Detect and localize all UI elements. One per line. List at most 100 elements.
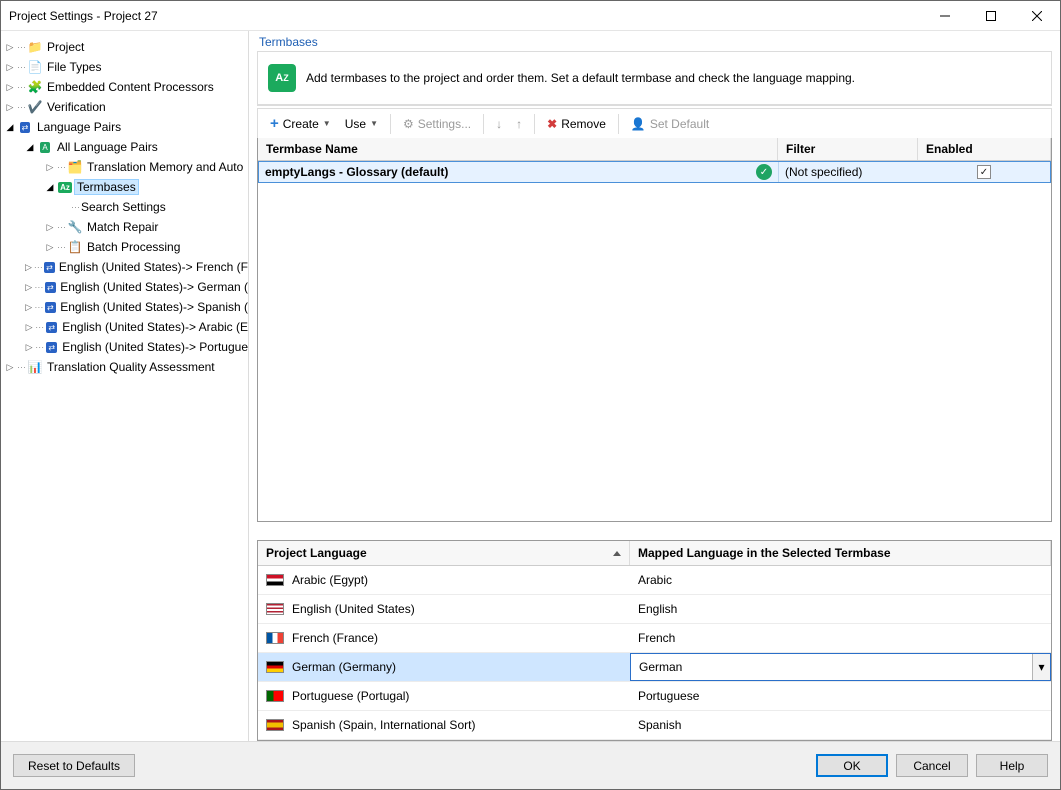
tree-item-verification[interactable]: ▷⋯✔️Verification	[1, 97, 248, 117]
tree-item-batch-processing[interactable]: ▷⋯📋Batch Processing	[1, 237, 248, 257]
lang-row[interactable]: English (United States) English	[258, 595, 1051, 624]
pair-icon: ⇄	[44, 279, 56, 295]
settings-tree[interactable]: ▷⋯📁Project ▷⋯📄File Types ▷⋯🧩Embedded Con…	[1, 31, 249, 741]
reset-defaults-button[interactable]: Reset to Defaults	[13, 754, 135, 777]
arrow-up-icon: ↑	[516, 117, 522, 131]
pair-icon: ⇄	[45, 339, 58, 355]
lang-mapped-label: Arabic	[638, 573, 672, 587]
remove-button[interactable]: ✖Remove	[541, 115, 612, 133]
tqa-icon: 📊	[27, 359, 43, 375]
cancel-button[interactable]: Cancel	[896, 754, 968, 777]
grid-header-enabled[interactable]: Enabled	[918, 138, 1051, 160]
lang-mapped-cell[interactable]: Spanish	[630, 711, 1051, 739]
lang-name-label: Arabic (Egypt)	[292, 573, 368, 587]
flag-icon	[266, 603, 284, 615]
termbase-name-input[interactable]	[265, 165, 756, 179]
set-default-button[interactable]: 👤Set Default	[625, 115, 715, 133]
batch-icon: 📋	[67, 239, 83, 255]
lang-mapped-label: German	[639, 660, 682, 674]
close-button[interactable]	[1014, 1, 1060, 31]
lang-name-label: Portuguese (Portugal)	[292, 689, 409, 703]
move-up-button[interactable]: ↑	[510, 115, 528, 133]
lang-mapped-cell[interactable]: French	[630, 624, 1051, 652]
termbase-enabled-cell[interactable]: ✓	[919, 162, 1050, 182]
flag-icon	[266, 661, 284, 673]
lang-mapped-label: Spanish	[638, 718, 681, 732]
pair-icon: ⇄	[44, 299, 56, 315]
lang-header-project[interactable]: Project Language	[258, 541, 630, 565]
lang-project-cell[interactable]: French (France)	[258, 624, 630, 652]
pair-icon: ⇄	[45, 319, 58, 335]
grid-header-filter[interactable]: Filter	[778, 138, 918, 160]
create-button[interactable]: +Create▼	[264, 113, 337, 134]
lang-row[interactable]: Arabic (Egypt) Arabic	[258, 566, 1051, 595]
termbase-grid[interactable]: Termbase Name Filter Enabled ✓ (Not spec…	[257, 138, 1052, 522]
tree-item-file-types[interactable]: ▷⋯📄File Types	[1, 57, 248, 77]
tree-item-en-ar[interactable]: ▷⋯⇄English (United States)-> Arabic (E	[1, 317, 248, 337]
tree-item-all-pairs[interactable]: ◢AAll Language Pairs	[1, 137, 248, 157]
lang-row[interactable]: German (Germany) German ▾	[258, 653, 1051, 682]
lang-mapped-cell[interactable]: Arabic	[630, 566, 1051, 594]
panel-intro: AZ Add termbases to the project and orde…	[258, 52, 1051, 105]
lang-project-cell[interactable]: German (Germany)	[258, 653, 630, 681]
tree-item-language-pairs[interactable]: ◢⇄Language Pairs	[1, 117, 248, 137]
tree-item-search-settings[interactable]: ⋯Search Settings	[1, 197, 248, 217]
panel-title: Termbases	[257, 35, 1052, 49]
lang-mapped-cell[interactable]: German ▾	[630, 653, 1051, 681]
enabled-checkbox[interactable]: ✓	[977, 165, 991, 179]
lang-name-label: Spanish (Spain, International Sort)	[292, 718, 475, 732]
lang-row[interactable]: Portuguese (Portugal) Portuguese	[258, 682, 1051, 711]
dropdown-arrow-icon[interactable]: ▾	[1032, 654, 1050, 680]
minimize-button[interactable]	[922, 1, 968, 31]
lang-mapped-cell[interactable]: English	[630, 595, 1051, 623]
lang-project-cell[interactable]: Arabic (Egypt)	[258, 566, 630, 594]
language-grid-header: Project Language Mapped Language in the …	[258, 541, 1051, 566]
pair-icon: ⇄	[44, 259, 55, 275]
wrench-icon: 🔧	[67, 219, 83, 235]
content-pane: Termbases AZ Add termbases to the projec…	[249, 31, 1060, 741]
lang-project-cell[interactable]: English (United States)	[258, 595, 630, 623]
tree-item-project[interactable]: ▷⋯📁Project	[1, 37, 248, 57]
lang-mapped-label: Portuguese	[638, 689, 699, 703]
termbase-filter-cell[interactable]: (Not specified)	[779, 162, 919, 182]
check-icon: ✓	[756, 164, 772, 180]
tree-item-en-fr[interactable]: ▷⋯⇄English (United States)-> French (F	[1, 257, 248, 277]
lang-mapped-label: English	[638, 602, 677, 616]
lang-header-mapped[interactable]: Mapped Language in the Selected Termbase	[630, 541, 1051, 565]
settings-button[interactable]: ⚙Settings...	[397, 115, 477, 133]
sort-asc-icon	[613, 551, 621, 556]
tree-item-match-repair[interactable]: ▷⋯🔧Match Repair	[1, 217, 248, 237]
help-button[interactable]: Help	[976, 754, 1048, 777]
tree-item-tqa[interactable]: ▷⋯📊Translation Quality Assessment	[1, 357, 248, 377]
tree-item-tm-auto[interactable]: ▷⋯🗂️Translation Memory and Auto	[1, 157, 248, 177]
termbase-row[interactable]: ✓ (Not specified) ✓	[258, 161, 1051, 183]
lang-row[interactable]: Spanish (Spain, International Sort) Spani…	[258, 711, 1051, 740]
remove-icon: ✖	[547, 117, 557, 131]
lang-pairs-icon: ⇄	[17, 119, 33, 135]
tree-item-en-de[interactable]: ▷⋯⇄English (United States)-> German (	[1, 277, 248, 297]
termbase-icon: Az	[57, 179, 73, 195]
ok-button[interactable]: OK	[816, 754, 888, 777]
maximize-button[interactable]	[968, 1, 1014, 31]
tree-item-en-pt[interactable]: ▷⋯⇄English (United States)-> Portugue	[1, 337, 248, 357]
tree-item-en-es[interactable]: ▷⋯⇄English (United States)-> Spanish (	[1, 297, 248, 317]
dialog-button-bar: Reset to Defaults OK Cancel Help	[1, 741, 1060, 789]
termbase-toolbar: +Create▼ Use▼ ⚙Settings... ↓ ↑ ✖Remove 👤…	[257, 108, 1052, 138]
lang-row[interactable]: French (France) French	[258, 624, 1051, 653]
tm-icon: 🗂️	[67, 159, 83, 175]
plus-icon: +	[270, 115, 279, 132]
language-mapping-grid[interactable]: Project Language Mapped Language in the …	[257, 540, 1052, 741]
lang-project-cell[interactable]: Spanish (Spain, International Sort)	[258, 711, 630, 739]
gear-icon: ⚙	[403, 117, 414, 131]
lang-name-label: French (France)	[292, 631, 378, 645]
file-icon: 📄	[27, 59, 43, 75]
tree-item-embedded[interactable]: ▷⋯🧩Embedded Content Processors	[1, 77, 248, 97]
lang-mapped-label: French	[638, 631, 675, 645]
grid-header-name[interactable]: Termbase Name	[258, 138, 778, 160]
move-down-button[interactable]: ↓	[490, 115, 508, 133]
lang-name-label: English (United States)	[292, 602, 415, 616]
lang-project-cell[interactable]: Portuguese (Portugal)	[258, 682, 630, 710]
tree-item-termbases[interactable]: ◢AzTermbases	[1, 177, 248, 197]
lang-mapped-cell[interactable]: Portuguese	[630, 682, 1051, 710]
use-button[interactable]: Use▼	[339, 115, 384, 133]
